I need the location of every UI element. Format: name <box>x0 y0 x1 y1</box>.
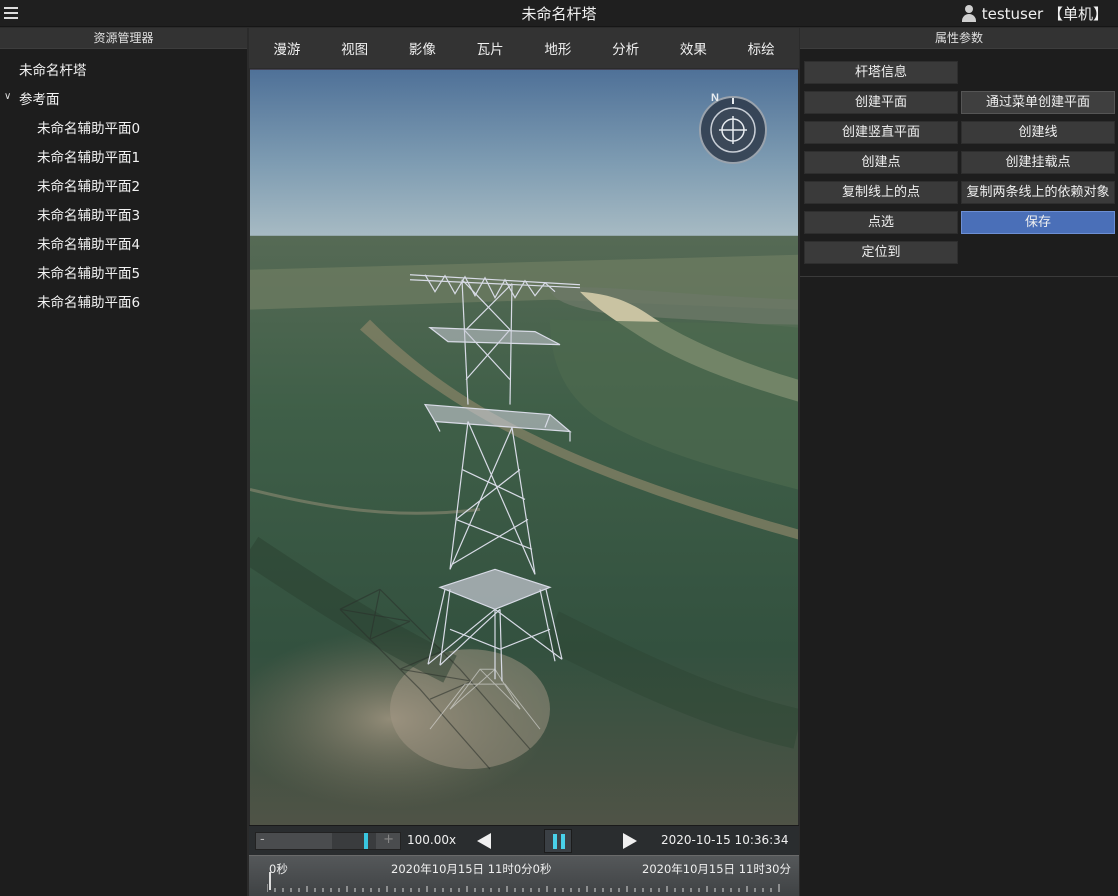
divider <box>800 276 1118 277</box>
timeline-playhead[interactable] <box>269 872 271 890</box>
create-vertical-plane-button[interactable]: 创建竖直平面 <box>804 121 958 144</box>
create-line-button[interactable]: 创建线 <box>961 121 1115 144</box>
tab-roam[interactable]: 漫游 <box>267 34 306 62</box>
timeline-mid-label: 2020年10月15日 11时0分0秒 <box>391 862 552 876</box>
tree-item-plane[interactable]: 未命名辅助平面5 <box>37 262 140 282</box>
tab-imagery[interactable]: 影像 <box>403 34 442 62</box>
pause-button[interactable] <box>544 829 572 853</box>
play-reverse-button[interactable] <box>473 831 495 851</box>
tab-view[interactable]: 视图 <box>335 34 374 62</box>
triangle-left-icon <box>477 833 491 849</box>
tab-plotting[interactable]: 标绘 <box>742 34 781 62</box>
resource-manager-header: 资源管理器 <box>0 28 247 49</box>
tree-item-plane[interactable]: 未命名辅助平面6 <box>37 291 140 311</box>
play-forward-button[interactable] <box>619 831 641 851</box>
animation-controls: - + 100.00x 2020-10-15 10:36:34 <box>249 825 799 855</box>
speed-decrease-button[interactable]: - <box>260 832 265 847</box>
tree-item-plane[interactable]: 未命名辅助平面3 <box>37 204 140 224</box>
title-bar: 未命名杆塔 testuser 【单机】 <box>0 0 1118 27</box>
speed-increase-button[interactable]: + <box>383 832 394 847</box>
tree-item-plane[interactable]: 未命名辅助平面4 <box>37 233 140 253</box>
tab-analysis[interactable]: 分析 <box>606 34 645 62</box>
speed-slider-handle[interactable] <box>364 833 368 849</box>
tree-item-plane[interactable]: 未命名辅助平面2 <box>37 175 140 195</box>
3d-viewport[interactable]: N <box>250 69 798 825</box>
properties-panel: 属性参数 杆塔信息 创建平面 通过菜单创建平面 创建竖直平面 创建线 创建点 创… <box>800 28 1118 896</box>
create-plane-via-menu-button[interactable]: 通过菜单创建平面 <box>961 91 1115 114</box>
compass-icon[interactable]: N <box>698 90 768 166</box>
tab-effects[interactable]: 效果 <box>674 34 713 62</box>
speed-slider[interactable]: - + <box>255 832 401 850</box>
timeline[interactable]: 0秒 2020年10月15日 11时0分0秒 2020年10月15日 11时30… <box>249 855 799 896</box>
user-name: testuser 【单机】 <box>981 5 1108 23</box>
timeline-end-label: 2020年10月15日 11时30分 <box>642 862 791 876</box>
tab-terrain[interactable]: 地形 <box>538 34 577 62</box>
tree-item-plane[interactable]: 未命名辅助平面1 <box>37 146 140 166</box>
tower-info-button[interactable]: 杆塔信息 <box>804 61 958 84</box>
pick-point-button[interactable]: 点选 <box>804 211 958 234</box>
chevron-down-icon[interactable]: ∨ <box>4 91 11 102</box>
copy-dependents-button[interactable]: 复制两条线上的依赖对象 <box>961 181 1115 204</box>
tree-group-reference-planes[interactable]: 参考面 <box>19 88 60 108</box>
create-point-button[interactable]: 创建点 <box>804 151 958 174</box>
timeline-start-label: 0秒 <box>269 862 288 876</box>
timeline-ticks <box>267 884 780 892</box>
compass-north-label: N <box>711 92 719 104</box>
tree-item-tower[interactable]: 未命名杆塔 <box>19 59 87 79</box>
terrain-scene <box>250 70 798 825</box>
locate-to-button[interactable]: 定位到 <box>804 241 958 264</box>
clock-display: 2020-10-15 10:36:34 <box>661 833 789 847</box>
main-toolbar: 漫游 视图 影像 瓦片 地形 分析 效果 标绘 <box>249 28 799 68</box>
tree-item-plane[interactable]: 未命名辅助平面0 <box>37 117 140 137</box>
user-info[interactable]: testuser 【单机】 <box>961 3 1108 24</box>
triangle-right-icon <box>623 833 637 849</box>
tab-tiles[interactable]: 瓦片 <box>471 34 510 62</box>
user-icon <box>961 5 977 22</box>
resource-manager-panel: 资源管理器 未命名杆塔 ∨ 参考面 未命名辅助平面0 未命名辅助平面1 未命名辅… <box>0 28 247 896</box>
create-mount-point-button[interactable]: 创建挂载点 <box>961 151 1115 174</box>
pause-icon <box>553 834 557 849</box>
properties-header: 属性参数 <box>800 28 1118 49</box>
save-button[interactable]: 保存 <box>961 211 1115 234</box>
window-title: 未命名杆塔 <box>521 5 597 23</box>
copy-point-on-line-button[interactable]: 复制线上的点 <box>804 181 958 204</box>
speed-value: 100.00x <box>407 833 457 847</box>
create-plane-button[interactable]: 创建平面 <box>804 91 958 114</box>
